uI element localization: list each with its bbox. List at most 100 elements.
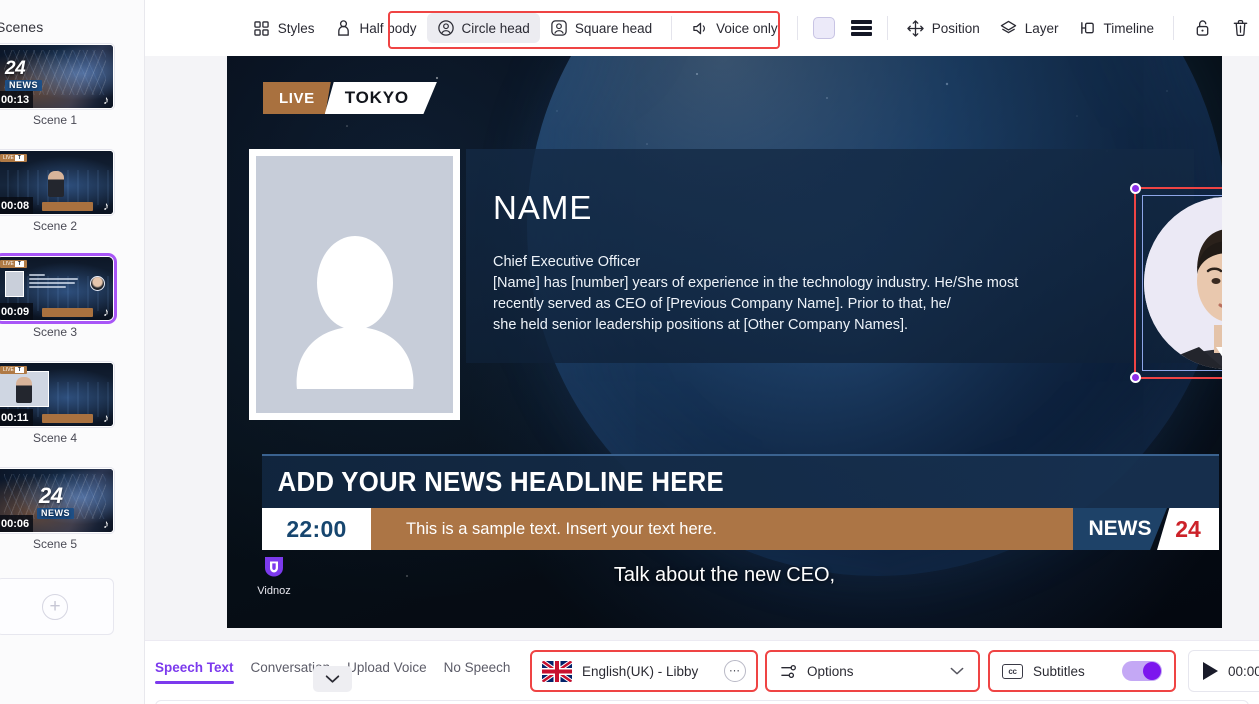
scene-item-1[interactable]: 24 NEWS 00:13 ♪ Scene 1 [0, 44, 121, 127]
scene-item-3[interactable]: LIVE T 00:09 ♪ Scene 3 [0, 256, 121, 339]
toolbar-circle-head-button[interactable]: Circle head [426, 13, 540, 43]
color-swatch-button[interactable] [812, 17, 835, 39]
chevron-down-icon [325, 674, 340, 683]
toolbar-timeline-label: Timeline [1103, 20, 1155, 36]
person-silhouette-icon [256, 156, 453, 413]
mini-presenter [48, 171, 64, 197]
news-24-word: NEWS [37, 508, 74, 519]
scene-duration-3: 00:09 [0, 303, 34, 320]
resize-handle-bottom-left[interactable] [1130, 372, 1141, 383]
toolbar-square-head-button[interactable]: Square head [540, 13, 662, 43]
scene-duration-1: 00:13 [0, 91, 34, 108]
move-icon [907, 19, 925, 37]
tab-upload-voice[interactable]: Upload Voice [347, 660, 427, 684]
scene-progress-bar [42, 308, 93, 317]
cc-icon: cc [1002, 663, 1023, 679]
live-location-tag: LIVE TOKYO [263, 82, 437, 114]
selected-circle-head-element[interactable] [1130, 183, 1222, 383]
toolbar-voice-only-button[interactable]: Voice only [681, 13, 788, 43]
scene-label-5: Scene 5 [32, 537, 78, 551]
brand-news-label: NEWS [1073, 508, 1167, 550]
scenes-panel-title: Scenes [0, 19, 44, 35]
toolbar-layer-label: Layer [1024, 20, 1059, 36]
scene-item-5[interactable]: 24 NEWS 00:06 ♪ Scene 5 [0, 468, 121, 551]
subtitles-toggle[interactable] [1122, 661, 1162, 681]
toolbar-layer-button[interactable]: Layer [990, 13, 1069, 43]
layers-icon [1000, 19, 1018, 37]
person-name-title[interactable]: NAME [493, 189, 592, 227]
ellipsis-icon[interactable]: ⋯ [724, 660, 746, 682]
person-bio-text[interactable]: Chief Executive Officer [Name] has [numb… [493, 252, 1043, 336]
scene-thumbnail-1[interactable]: 24 NEWS 00:13 ♪ [0, 44, 114, 109]
voice-selector[interactable]: English(UK) - Libby ⋯ [530, 650, 758, 692]
vidnoz-video-editor: Scenes 24 NEWS 00:13 ♪ Scene 1 LIVE T 00:… [0, 0, 1259, 704]
circle-head-icon [437, 19, 455, 37]
music-note-icon: ♪ [103, 411, 109, 425]
preview-player[interactable]: 00:00 / 0 [1188, 650, 1259, 692]
video-canvas[interactable]: LIVE TOKYO NAME Chief Executive Officer … [227, 56, 1222, 628]
toolbar-circle-head-label: Circle head [461, 20, 530, 36]
job-title-line: Chief Executive Officer [493, 254, 641, 270]
ticker-clock: 22:00 [262, 508, 371, 550]
scene-label-3: Scene 3 [32, 325, 78, 339]
scene-live-tag: LIVE T [0, 260, 27, 268]
grid-icon [253, 19, 271, 37]
music-note-icon: ♪ [103, 93, 109, 107]
speech-text-input[interactable] [155, 700, 1249, 704]
news-ticker-bar[interactable]: 22:00 This is a sample text. Insert your… [262, 508, 1219, 550]
collapse-panel-button[interactable] [313, 666, 352, 692]
toolbar-styles-label: Styles [277, 20, 315, 36]
half-body-icon [334, 19, 352, 37]
brand-number-label: 24 [1157, 508, 1219, 550]
plus-icon: + [42, 593, 68, 620]
news-24-number: 24 [5, 58, 26, 79]
toolbar-position-button[interactable]: Position [897, 13, 990, 43]
scene-thumbnail-2[interactable]: LIVE T 00:08 ♪ [0, 150, 114, 215]
toolbar-styles-button[interactable]: Styles [243, 13, 325, 43]
add-scene-button[interactable]: + [0, 578, 114, 635]
sliders-icon [779, 662, 797, 680]
uk-flag-icon [542, 660, 572, 682]
scene-progress-bar [42, 414, 93, 423]
scene-item-4[interactable]: LIVE T 00:11 ♪ Scene 4 [0, 362, 121, 445]
scene-item-2[interactable]: LIVE T 00:08 ♪ Scene 2 [0, 150, 121, 233]
scene-duration-4: 00:11 [0, 409, 33, 426]
vidnoz-logo-icon [265, 557, 283, 577]
tab-no-speech[interactable]: No Speech [444, 660, 511, 684]
scene-label-4: Scene 4 [32, 431, 78, 445]
toolbar-divider [671, 16, 673, 40]
play-icon[interactable] [1203, 662, 1218, 680]
avatar-placeholder-card[interactable] [249, 149, 460, 420]
music-note-icon: ♪ [103, 517, 109, 531]
toolbar-divider [796, 16, 798, 40]
subtitle-overlay-text: Talk about the new CEO, [613, 564, 836, 586]
trash-icon [1231, 19, 1249, 37]
scene-duration-2: 00:08 [0, 197, 34, 214]
resize-handle-top-left[interactable] [1130, 183, 1141, 194]
toolbar-voice-only-label: Voice only [716, 20, 778, 36]
scene-thumbnail-5[interactable]: 24 NEWS 00:06 ♪ [0, 468, 114, 533]
square-head-icon [550, 19, 568, 37]
toolbar-timeline-button[interactable]: Timeline [1069, 13, 1165, 43]
vidnoz-watermark-label: Vidnoz [257, 585, 291, 597]
scene-live-tag: LIVE T [0, 154, 27, 162]
options-dropdown[interactable]: Options [765, 650, 980, 692]
ticker-message: This is a sample text. Insert your text … [371, 508, 1073, 550]
lock-button[interactable] [1183, 13, 1221, 43]
scene-thumbnail-3[interactable]: LIVE T 00:09 ♪ [0, 256, 114, 321]
voice-name-label: English(UK) - Libby [582, 663, 699, 679]
news-headline-bar[interactable]: ADD YOUR NEWS HEADLINE HERE [262, 454, 1219, 508]
unlock-icon [1193, 19, 1211, 37]
vidnoz-watermark: Vidnoz [246, 554, 302, 597]
scene-thumbnail-4[interactable]: LIVE T 00:11 ♪ [0, 362, 114, 427]
subtitles-control[interactable]: cc Subtitles [988, 650, 1176, 692]
tab-speech-text[interactable]: Speech Text [155, 660, 234, 684]
top-toolbar: Styles Half body Circle head Square head [145, 0, 1259, 56]
mini-avatar-card [5, 271, 24, 297]
delete-button[interactable] [1221, 13, 1259, 43]
music-note-icon: ♪ [103, 199, 109, 213]
toolbar-divider [1173, 16, 1175, 40]
player-time-label: 00:00 / 0 [1228, 663, 1259, 679]
align-lines-icon[interactable] [850, 20, 872, 36]
toolbar-half-body-button[interactable]: Half body [324, 13, 426, 43]
